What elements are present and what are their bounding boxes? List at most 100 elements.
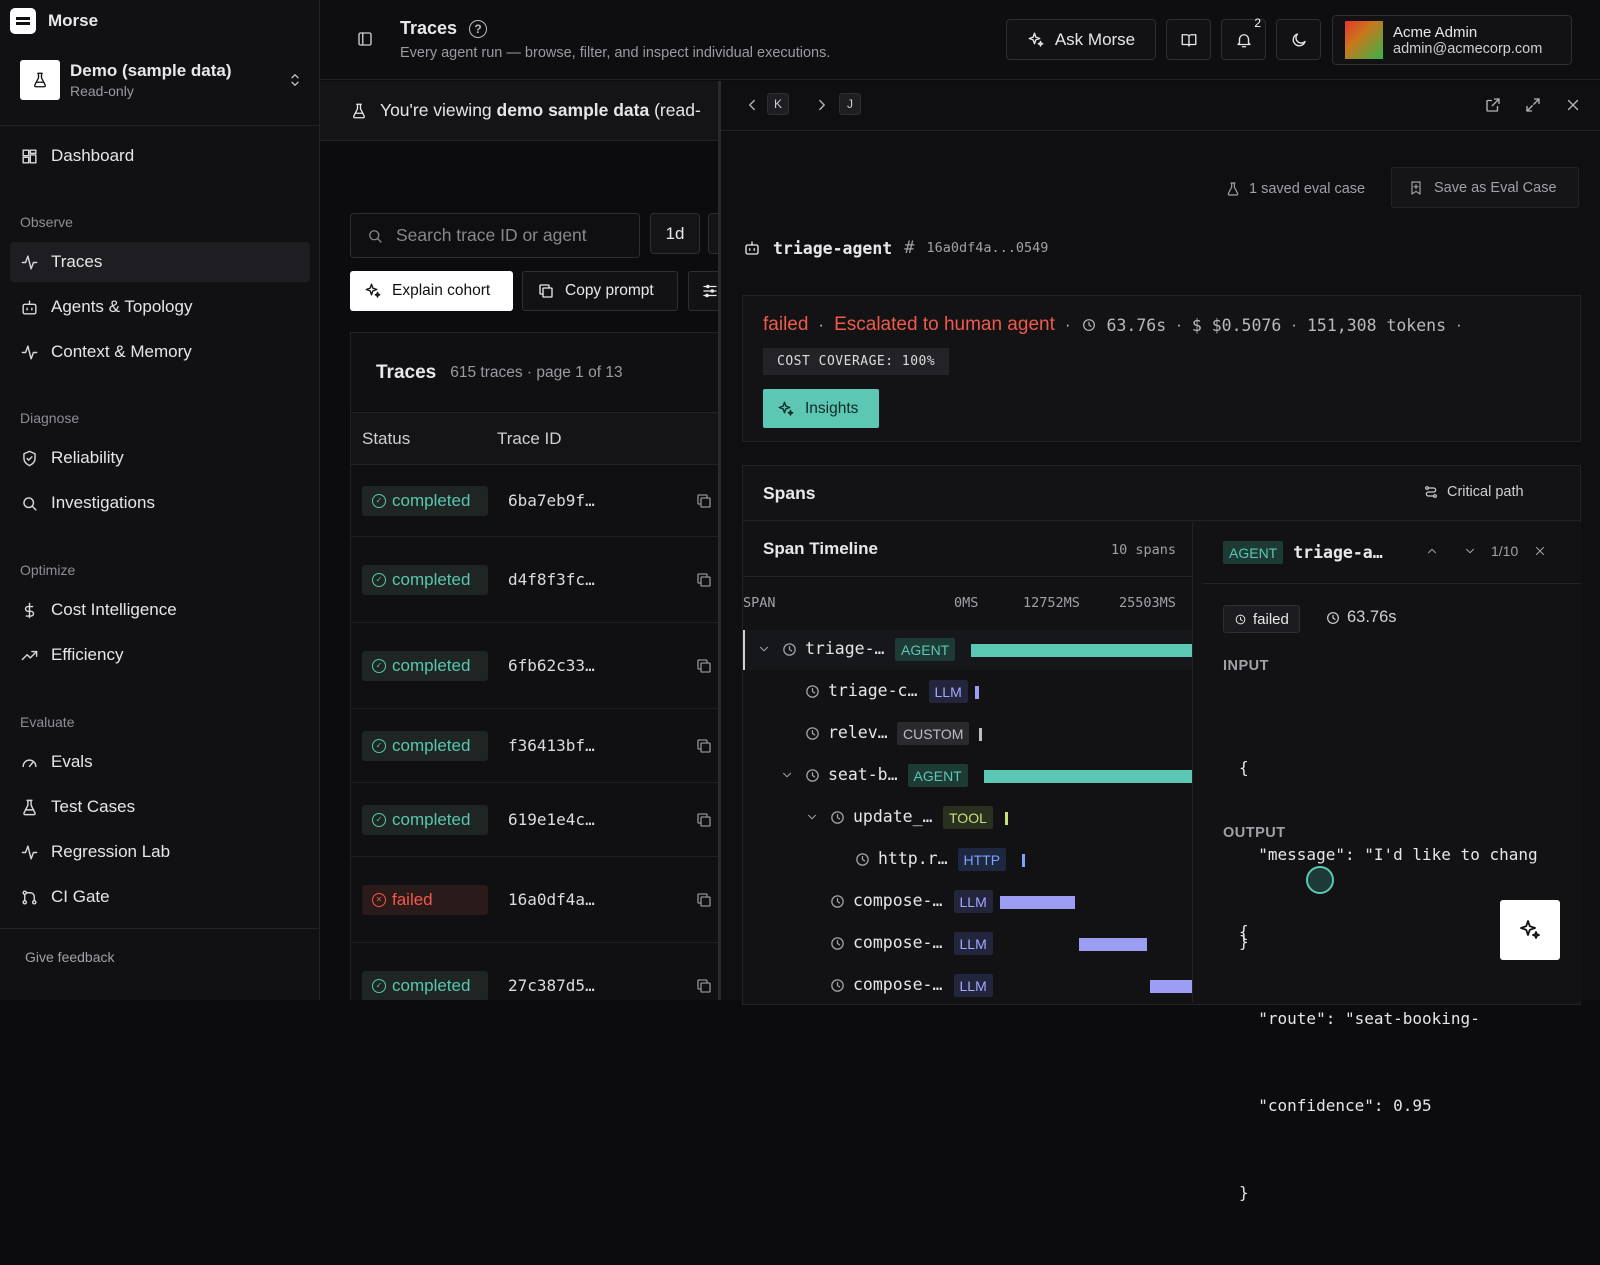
status-badge: ✓ completed [362,970,488,1000]
span-row[interactable]: seat-b… AGENT [743,756,1192,796]
status-text: completed [392,490,471,510]
sidebar-group-label: Diagnose [20,410,80,426]
sidebar-item-label: Reliability [51,448,124,467]
chevron-right-icon[interactable] [813,96,831,114]
explain-cohort-button[interactable]: Explain cohort [350,271,513,311]
span-row[interactable]: relev… CUSTOM [743,714,1192,754]
trace-detail-panel: K J 1 saved eval case Save as Eval Case … [720,81,1600,1202]
help-icon[interactable]: ? [469,19,488,38]
chevron-up-icon[interactable] [1425,544,1439,558]
dollar-icon: $ [1191,315,1202,335]
trace-id[interactable]: 619e1e4c… [508,810,595,829]
tick-label: 0MS [954,595,979,611]
span-row[interactable]: triage-c… LLM [743,672,1192,712]
clock-icon [829,893,846,910]
trace-id[interactable]: 27c387d5… [508,976,595,995]
sidebar-item-investigations[interactable]: Investigations [10,483,310,523]
sidebar-item-dashboard[interactable]: Dashboard [10,136,310,176]
trace-id[interactable]: 16a0df4a… [508,890,595,909]
span-name: triage-… [805,639,885,658]
external-link-icon[interactable] [1484,96,1502,114]
output-label: OUTPUT [1223,825,1286,841]
span-row[interactable]: compose-… LLM [743,882,1192,922]
trending-up-icon [21,650,38,660]
brand[interactable]: Morse [10,8,98,34]
docs-button[interactable] [1166,19,1211,60]
insights-button[interactable]: Insights [763,389,879,428]
sidebar-nav: Dashboard [10,136,310,181]
copy-icon[interactable] [695,891,713,909]
close-icon[interactable] [1533,544,1547,558]
time-range-1d[interactable]: 1d [650,213,700,254]
ask-morse-button[interactable]: Ask Morse [1006,19,1156,60]
trace-id[interactable]: 6ba7eb9f… [508,491,595,510]
save-as-eval-button[interactable]: Save as Eval Case [1391,167,1579,208]
sidebar-item-cost[interactable]: Cost Intelligence [10,590,310,630]
ask-morse-label: Ask Morse [1054,29,1136,49]
span-row[interactable]: triage-… AGENT [743,630,1192,670]
sidebar-item-agents[interactable]: Agents & Topology [10,287,310,327]
copy-icon[interactable] [695,657,713,675]
sidebar-toggle-icon[interactable] [356,30,374,48]
table-row[interactable]: ✓ completed 6ba7eb9f… [351,465,720,537]
chevron-down-icon[interactable] [1463,544,1477,558]
span-row[interactable]: http.r… HTTP [743,840,1192,880]
give-feedback-link[interactable]: Give feedback [0,928,320,985]
chevron-left-icon[interactable] [743,96,761,114]
saved-eval-link[interactable]: 1 saved eval case [1225,181,1365,197]
copy-icon[interactable] [695,737,713,755]
trace-hash[interactable]: 16a0df4a...0549 [926,240,1048,256]
table-row[interactable]: ✓ completed 27c387d5… [351,943,720,1000]
search-input[interactable]: Search trace ID or agent [350,213,640,258]
filters-button[interactable] [688,271,720,311]
trace-id[interactable]: f36413bf… [508,736,595,755]
spans-card: Spans Critical path Span Timeline 10 spa… [742,465,1581,1202]
copy-icon[interactable] [695,977,713,995]
span-row[interactable]: compose-… LLM [743,966,1192,1002]
chevron-down-icon[interactable] [780,768,794,782]
chevron-down-icon[interactable] [805,810,819,824]
trace-tokens: 151,308 tokens [1306,315,1447,335]
chevron-down-icon[interactable] [757,642,771,656]
output-code: { "route": "seat-booking- "confidence": … [1239,859,1480,1265]
close-icon[interactable] [1564,96,1582,114]
copy-icon[interactable] [695,571,713,589]
user-menu[interactable]: Acme Admin admin@acmecorp.com [1332,15,1572,65]
table-row[interactable]: ✕ failed 16a0df4a… [351,857,720,943]
ask-morse-fab[interactable] [1500,900,1560,960]
status-badge: ✓ completed [362,804,488,835]
sidebar-item-efficiency[interactable]: Efficiency [10,635,310,675]
sidebar-item-regression[interactable]: Regression Lab [10,832,310,872]
agent-name: triage-agent [773,238,893,258]
table-row[interactable]: ✓ completed d4f8f3fc… [351,537,720,623]
table-row[interactable]: ✓ completed 619e1e4c… [351,783,720,857]
sidebar-item-traces[interactable]: Traces [10,242,310,282]
theme-toggle-button[interactable] [1276,19,1321,60]
workspace-switcher[interactable]: Demo (sample data) Read-only [20,58,304,102]
sidebar-item-evals[interactable]: Evals [10,742,310,782]
sidebar-item-reliability[interactable]: Reliability [10,438,310,478]
sparkles-icon [1520,920,1540,939]
span-duration-bar [1005,812,1008,825]
critical-path-toggle[interactable]: Critical path [1423,484,1524,500]
copy-icon[interactable] [695,811,713,829]
maximize-icon[interactable] [1524,96,1542,114]
dollar-icon [24,602,35,618]
trace-id[interactable]: d4f8f3fc… [508,570,595,589]
sidebar-item-ci-gate[interactable]: CI Gate [10,877,310,917]
sidebar-item-context[interactable]: Context & Memory [10,332,310,372]
copy-prompt-button[interactable]: Copy prompt [522,271,678,311]
copy-icon[interactable] [695,492,713,510]
sidebar-item-test-cases[interactable]: Test Cases [10,787,310,827]
span-row[interactable]: update_… TOOL [743,798,1192,838]
notifications-button[interactable]: 2 [1221,16,1266,60]
trace-id[interactable]: 6fb62c33… [508,656,595,675]
code-line: "confidence": 0.95 [1239,1096,1432,1115]
table-row[interactable]: ✓ completed f36413bf… [351,709,720,783]
column-header-status[interactable]: Status [351,429,497,449]
spans-header: Spans Critical path [743,466,1580,521]
sidebar-item-label: Efficiency [51,645,124,664]
column-header-trace-id[interactable]: Trace ID [497,429,562,449]
span-row[interactable]: compose-… LLM [743,924,1192,964]
table-row[interactable]: ✓ completed 6fb62c33… [351,623,720,709]
